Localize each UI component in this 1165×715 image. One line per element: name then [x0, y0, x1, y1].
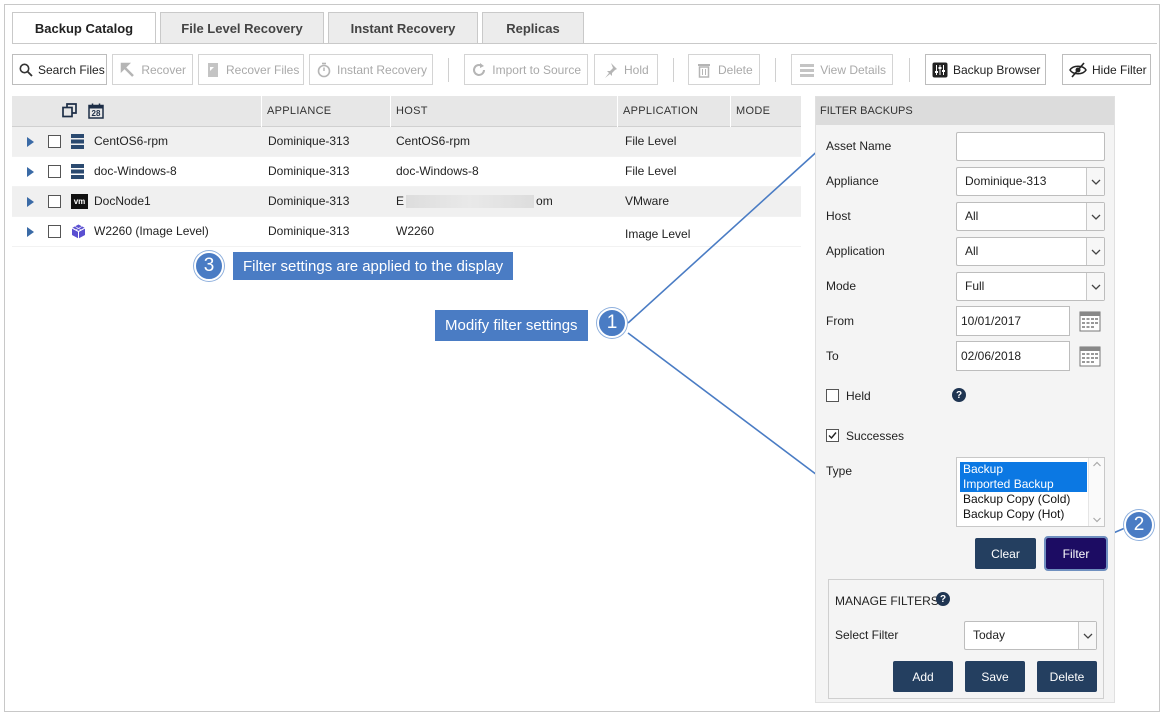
callout-note-3: Filter settings are applied to the displ… — [233, 252, 514, 280]
asset-name-label: Asset Name — [826, 139, 892, 153]
held-label: Held — [846, 389, 871, 403]
calendar-picker-icon[interactable] — [1079, 310, 1101, 332]
manage-filters-box: MANAGE FILTERS ? Select Filter Today Add… — [828, 579, 1104, 699]
delete-filter-button[interactable]: Delete — [1037, 661, 1097, 692]
chevron-down-icon — [1086, 168, 1104, 195]
type-option[interactable]: Backup Copy (Hot) — [960, 507, 1087, 522]
chevron-down-icon — [1086, 238, 1104, 265]
application-select[interactable]: All — [956, 237, 1105, 266]
select-filter-dropdown[interactable]: Today — [964, 621, 1097, 650]
type-option[interactable]: Backup Copy (Cold) — [960, 492, 1087, 507]
chevron-down-icon — [1078, 622, 1096, 649]
host-value: All — [965, 209, 979, 223]
filter-panel: FILTER BACKUPS Asset Name Appliance Domi… — [815, 96, 1115, 703]
calendar-picker-icon[interactable] — [1079, 345, 1101, 367]
appliance-label: Appliance — [826, 174, 879, 188]
successes-label: Successes — [846, 429, 905, 443]
callout-badge-2: 2 — [1124, 510, 1154, 540]
asset-name-input[interactable] — [956, 132, 1105, 161]
application-label: Application — [826, 244, 885, 258]
callout-badge-1: 1 — [597, 308, 627, 338]
select-filter-label: Select Filter — [835, 628, 899, 642]
help-icon[interactable]: ? — [936, 592, 950, 606]
host-select[interactable]: All — [956, 202, 1105, 231]
mode-label: Mode — [826, 279, 857, 293]
from-label: From — [826, 314, 854, 328]
manage-filters-title: MANAGE FILTERS — [835, 594, 939, 608]
callout-badge-3: 3 — [194, 251, 224, 281]
type-label: Type — [826, 464, 853, 478]
help-icon[interactable]: ? — [952, 388, 966, 402]
type-option[interactable]: Imported Backup — [960, 477, 1087, 492]
successes-checkbox[interactable] — [826, 429, 839, 442]
chevron-down-icon — [1086, 273, 1104, 300]
callout-note-1: Modify filter settings — [435, 310, 588, 341]
clear-button[interactable]: Clear — [975, 538, 1036, 569]
add-filter-button[interactable]: Add — [893, 661, 953, 692]
filter-panel-header: FILTER BACKUPS — [816, 97, 1114, 125]
mode-select[interactable]: Full — [956, 272, 1105, 301]
type-listbox[interactable]: Backup Imported Backup Backup Copy (Cold… — [956, 457, 1105, 527]
appliance-value: Dominique-313 — [965, 174, 1047, 188]
from-date-input[interactable]: 10/01/2017 — [956, 306, 1070, 336]
to-date-input[interactable]: 02/06/2018 — [956, 341, 1070, 371]
save-filter-button[interactable]: Save — [965, 661, 1025, 692]
filter-button[interactable]: Filter — [1044, 536, 1108, 571]
held-checkbox[interactable] — [826, 389, 839, 402]
chevron-down-icon — [1086, 203, 1104, 230]
select-filter-value: Today — [973, 628, 1006, 642]
type-scrollbar[interactable] — [1088, 458, 1104, 526]
mode-value: Full — [965, 279, 985, 293]
host-label: Host — [826, 209, 851, 223]
type-option[interactable]: Backup — [960, 462, 1087, 477]
to-label: To — [826, 349, 839, 363]
appliance-select[interactable]: Dominique-313 — [956, 167, 1105, 196]
application-value: All — [965, 244, 979, 258]
